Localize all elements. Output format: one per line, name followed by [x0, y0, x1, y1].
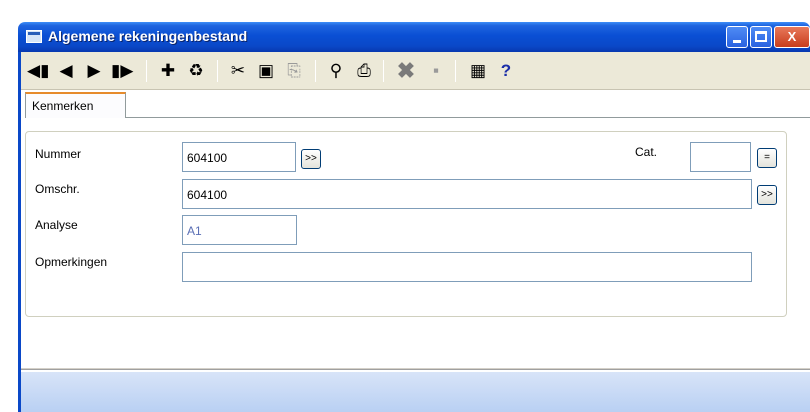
- maximize-icon: [755, 31, 767, 42]
- next-record-icon[interactable]: ▶: [83, 60, 105, 82]
- save-icon[interactable]: ▪: [425, 60, 447, 82]
- nummer-label: Nummer: [35, 147, 82, 161]
- exit-door-icon[interactable]: ▦: [467, 60, 489, 82]
- delete-record-icon[interactable]: ♻: [185, 60, 207, 82]
- cat-select-button[interactable]: =: [757, 148, 777, 168]
- maximize-button[interactable]: [750, 26, 772, 48]
- close-button[interactable]: X: [774, 26, 810, 48]
- toolbar-separator: [146, 60, 147, 82]
- toolbar: ◀▮ ◀ ▶ ▮▶ ✚ ♻ ✂ ▣ ⎘ ⚲ ⎙ ✖ ▪ ▦ ?: [21, 52, 810, 90]
- tab-kenmerken[interactable]: Kenmerken: [25, 92, 126, 118]
- search-icon[interactable]: ⚲: [325, 60, 347, 82]
- analyse-field[interactable]: A1: [182, 215, 297, 245]
- edit-icon[interactable]: ▣: [255, 60, 277, 82]
- toolbar-separator: [455, 60, 456, 82]
- analyse-label: Analyse: [35, 218, 78, 232]
- tab-strip: Kenmerken: [21, 90, 810, 118]
- omschr-lookup-button[interactable]: >>: [757, 185, 777, 205]
- window-title: Algemene rekeningenbestand: [48, 28, 248, 44]
- omschr-field[interactable]: 604100: [182, 179, 752, 209]
- kenmerken-panel: [25, 131, 787, 317]
- print-icon[interactable]: ⎙: [353, 60, 375, 82]
- minimize-icon: [733, 40, 741, 43]
- opmerkingen-label: Opmerkingen: [35, 255, 108, 269]
- minimize-button[interactable]: [726, 26, 748, 48]
- toolbar-separator: [383, 60, 384, 82]
- title-bar: Algemene rekeningenbestand X: [18, 22, 810, 52]
- nummer-lookup-button[interactable]: >>: [301, 149, 321, 169]
- cat-label: Cat.: [635, 145, 658, 159]
- toolbar-separator: [315, 60, 316, 82]
- last-record-icon[interactable]: ▮▶: [111, 60, 133, 82]
- nummer-field[interactable]: 604100: [182, 142, 296, 172]
- app-window-icon: [26, 30, 42, 43]
- paste-icon[interactable]: ⎘: [283, 60, 305, 82]
- omschr-label: Omschr.: [35, 182, 80, 196]
- cancel-icon[interactable]: ✖: [395, 60, 417, 82]
- help-icon[interactable]: ?: [495, 60, 517, 82]
- bottom-panel: [21, 372, 810, 412]
- toolbar-separator: [217, 60, 218, 82]
- status-divider: [21, 368, 810, 370]
- previous-record-icon[interactable]: ◀: [55, 60, 77, 82]
- add-record-icon[interactable]: ✚: [157, 60, 179, 82]
- tab-divider: [126, 117, 810, 118]
- cat-field[interactable]: [690, 142, 751, 172]
- opmerkingen-field[interactable]: [182, 252, 752, 282]
- first-record-icon[interactable]: ◀▮: [27, 60, 49, 82]
- cut-icon[interactable]: ✂: [227, 60, 249, 82]
